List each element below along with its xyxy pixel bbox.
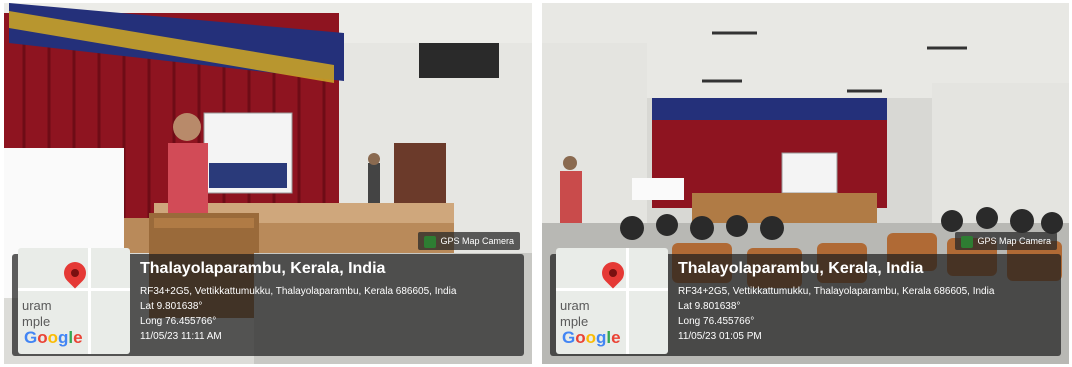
gps-badge: GPS Map Camera — [418, 232, 520, 250]
latitude: Lat 9.801638° — [678, 301, 741, 312]
gps-info: Thalayolaparambu, Kerala, India RF34+2G5… — [140, 260, 518, 344]
gps-info: Thalayolaparambu, Kerala, India RF34+2G5… — [678, 260, 1055, 344]
gps-camera-icon — [424, 235, 437, 248]
gps-camera-icon — [961, 235, 974, 248]
gps-badge-label: GPS Map Camera — [440, 236, 514, 246]
gps-badge-label: GPS Map Camera — [977, 236, 1051, 246]
map-label-1: uram — [560, 298, 590, 313]
gps-overlay: GPS Map Camera uram mple Google Thalayol… — [550, 232, 1061, 356]
map-label-2: mple — [560, 314, 589, 329]
longitude: Long 76.455766° — [678, 316, 755, 327]
gps-badge: GPS Map Camera — [955, 232, 1057, 250]
timestamp: 11/05/23 11:11 AM — [140, 331, 222, 342]
photo-speaker: GPS Map Camera uram mple Google Thalayol… — [4, 3, 532, 364]
map-pin-icon — [597, 257, 629, 289]
address-line: RF34+2G5, Vettikkattumukku, Thalayolapar… — [140, 286, 457, 297]
timestamp: 11/05/23 01:05 PM — [678, 331, 762, 342]
longitude: Long 76.455766° — [140, 316, 217, 327]
map-thumbnail: uram mple Google — [556, 248, 668, 354]
photo-audience: GPS Map Camera uram mple Google Thalayol… — [542, 3, 1069, 364]
location-title: Thalayolaparambu, Kerala, India — [678, 260, 924, 277]
map-label-2: mple — [22, 314, 51, 329]
gps-overlay: GPS Map Camera uram mple Google Thalayol… — [12, 232, 524, 356]
google-logo: Google — [24, 328, 83, 347]
google-logo: Google — [562, 328, 621, 347]
map-label-1: uram — [22, 298, 52, 313]
address-line: RF34+2G5, Vettikkattumukku, Thalayolapar… — [678, 286, 995, 297]
location-title: Thalayolaparambu, Kerala, India — [140, 260, 386, 277]
map-thumbnail: uram mple Google — [18, 248, 130, 354]
latitude: Lat 9.801638° — [140, 301, 203, 312]
map-pin-icon — [59, 257, 91, 289]
